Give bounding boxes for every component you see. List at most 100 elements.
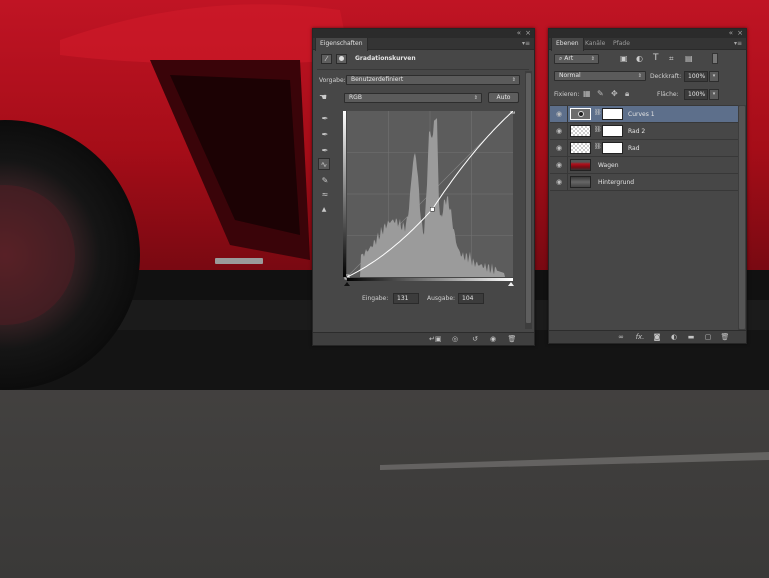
filter-toggle-icon[interactable] <box>712 53 718 64</box>
preset-dropdown[interactable]: Benutzerdefiniert ⇕ <box>346 75 520 85</box>
reset-icon[interactable]: ↺ <box>469 334 481 345</box>
scrollbar-thumb[interactable] <box>739 106 745 329</box>
filter-type-icon[interactable]: T <box>653 53 659 63</box>
filter-adjustment-icon[interactable]: ◐ <box>636 54 643 63</box>
view-previous-icon[interactable]: ◎ <box>449 334 461 345</box>
trash-icon[interactable]: 🗑 <box>506 334 518 345</box>
layer-name: Curves 1 <box>628 111 655 118</box>
tab-pfade[interactable]: Pfade <box>609 38 634 50</box>
channel-dropdown[interactable]: RGB ⇕ <box>344 93 482 103</box>
lock-transparency-icon[interactable]: ▦ <box>583 89 591 98</box>
curve-points-icon[interactable]: ∿ <box>318 158 330 170</box>
opacity-dropdown-button[interactable]: ▾ <box>709 71 719 82</box>
curve-control-point <box>430 207 435 212</box>
new-layer-icon[interactable]: ▢ <box>702 332 714 343</box>
fx-icon[interactable]: fx. <box>634 332 646 343</box>
layer-row-rad[interactable]: ◉ ⛓ Rad <box>550 140 738 157</box>
panel-menu-icon[interactable]: ▾≡ <box>522 38 530 50</box>
output-value-field[interactable]: 104 <box>458 293 484 304</box>
clip-to-layer-icon[interactable]: ↵▣ <box>429 334 441 345</box>
collapse-panel-icon[interactable]: « <box>729 29 733 38</box>
layer-mask-icon[interactable] <box>336 54 347 64</box>
lock-position-icon[interactable]: ✥ <box>611 89 618 98</box>
visibility-eye-icon[interactable]: ◉ <box>554 110 564 119</box>
panel-top-bar: « × <box>549 29 746 38</box>
chain-link-icon[interactable]: ⛓ <box>594 126 602 133</box>
chain-link-icon[interactable]: ⛓ <box>594 143 602 150</box>
group-folder-icon[interactable]: ▬ <box>685 332 697 343</box>
panel-top-bar: « × <box>313 29 534 38</box>
eyedropper-gray-icon[interactable]: ✒ <box>319 129 331 141</box>
layers-scrollbar[interactable] <box>738 105 746 330</box>
close-panel-icon[interactable]: × <box>525 29 531 38</box>
close-panel-icon[interactable]: × <box>737 29 743 38</box>
layer-mask-thumbnail <box>602 125 623 137</box>
lock-pixels-icon[interactable]: ✎ <box>597 89 604 98</box>
dropdown-arrow-icon: ⇕ <box>473 95 478 101</box>
panel-menu-icon[interactable]: ▾≡ <box>734 38 742 50</box>
adjustment-layer-thumbnail <box>570 108 591 120</box>
fill-label: Fläche: <box>657 91 679 98</box>
visibility-eye-icon[interactable]: ◉ <box>554 178 564 187</box>
auto-button[interactable]: Auto <box>488 92 519 103</box>
eyedropper-white-icon[interactable]: ✒ <box>319 145 331 157</box>
divider <box>317 69 529 70</box>
input-label: Eingabe: <box>362 295 389 302</box>
eyedropper-black-icon[interactable]: ✒ <box>319 113 331 125</box>
clipping-warning-icon[interactable]: ▲ <box>318 204 330 216</box>
channel-value: RGB <box>349 94 362 101</box>
layer-name: Wagen <box>598 162 619 169</box>
tab-ebenen[interactable]: Ebenen <box>551 38 584 51</box>
layers-panel: « × Ebenen Kanäle Pfade ▾≡ ⌕ Art ⇕ ▣ ◐ T… <box>548 28 747 344</box>
collapse-panel-icon[interactable]: « <box>517 29 521 38</box>
preset-value: Benutzerdefiniert <box>351 76 404 83</box>
layer-list: ◉ ⛓ Curves 1 ◉ ⛓ Rad 2 ◉ ⛓ Rad ◉ Wagen ◉… <box>550 105 738 330</box>
output-label: Ausgabe: <box>427 295 456 302</box>
filter-pixel-icon[interactable]: ▣ <box>620 54 628 63</box>
layer-name: Rad 2 <box>628 128 646 135</box>
visibility-eye-icon[interactable]: ◉ <box>554 161 564 170</box>
fill-field[interactable]: 100% <box>684 89 708 100</box>
tab-eigenschaften[interactable]: Eigenschaften <box>315 38 368 51</box>
properties-bottom-bar: ↵▣ ◎ ↺ ◉ 🗑 <box>313 332 534 345</box>
visibility-eye-icon[interactable]: ◉ <box>554 144 564 153</box>
dropdown-arrow-icon: ⇕ <box>511 77 516 83</box>
fill-dropdown-button[interactable]: ▾ <box>709 89 719 100</box>
layer-mask-thumbnail <box>602 108 623 120</box>
curves-graph[interactable] <box>343 111 515 287</box>
adjustment-title: Gradationskurven <box>355 55 416 62</box>
layer-row-rad-2[interactable]: ◉ ⛓ Rad 2 <box>550 123 738 140</box>
dropdown-arrow-icon: ⇕ <box>637 73 642 79</box>
visibility-eye-icon[interactable]: ◉ <box>554 127 564 136</box>
opacity-field[interactable]: 100% <box>684 71 708 82</box>
preset-label: Vorgabe: <box>319 77 346 84</box>
layer-mask-thumbnail <box>602 142 623 154</box>
blend-mode-dropdown[interactable]: Normal ⇕ <box>554 71 646 81</box>
chain-link-icon[interactable]: ⛓ <box>594 109 602 116</box>
hand-adjust-icon[interactable]: ☚ <box>319 93 327 103</box>
adjustment-layer-icon[interactable]: ◐ <box>668 332 680 343</box>
filter-shape-icon[interactable]: ⌗ <box>669 54 674 64</box>
layer-thumbnail <box>570 176 591 188</box>
scrollbar-thumb[interactable] <box>526 73 531 323</box>
layer-row-wagen[interactable]: ◉ Wagen <box>550 157 738 174</box>
trash-icon[interactable]: 🗑 <box>719 332 731 343</box>
filter-smartobject-icon[interactable]: ▤ <box>685 54 693 63</box>
layer-thumbnail <box>570 125 591 137</box>
input-value-field[interactable]: 131 <box>393 293 419 304</box>
visibility-eye-icon[interactable]: ◉ <box>487 334 499 345</box>
opacity-label: Deckkraft: <box>650 73 682 80</box>
smooth-icon[interactable]: ≈ <box>319 189 331 201</box>
layer-row-hintergrund[interactable]: ◉ Hintergrund <box>550 174 738 191</box>
tab-kanaele[interactable]: Kanäle <box>581 38 609 50</box>
layer-filter-dropdown[interactable]: ⌕ Art ⇕ <box>554 54 599 64</box>
add-mask-icon[interactable]: ◙ <box>651 332 663 343</box>
layers-tabs: Ebenen Kanäle Pfade ▾≡ <box>549 38 746 51</box>
link-icon[interactable]: ∞ <box>615 332 627 343</box>
properties-scrollbar[interactable] <box>525 71 532 329</box>
lock-all-icon[interactable]: 🔒︎ <box>625 89 629 99</box>
filter-value: Art <box>564 55 574 62</box>
layer-thumbnail <box>570 159 591 171</box>
layer-row-curves-1[interactable]: ◉ ⛓ Curves 1 <box>550 106 738 123</box>
pencil-icon[interactable]: ✎ <box>319 175 331 187</box>
